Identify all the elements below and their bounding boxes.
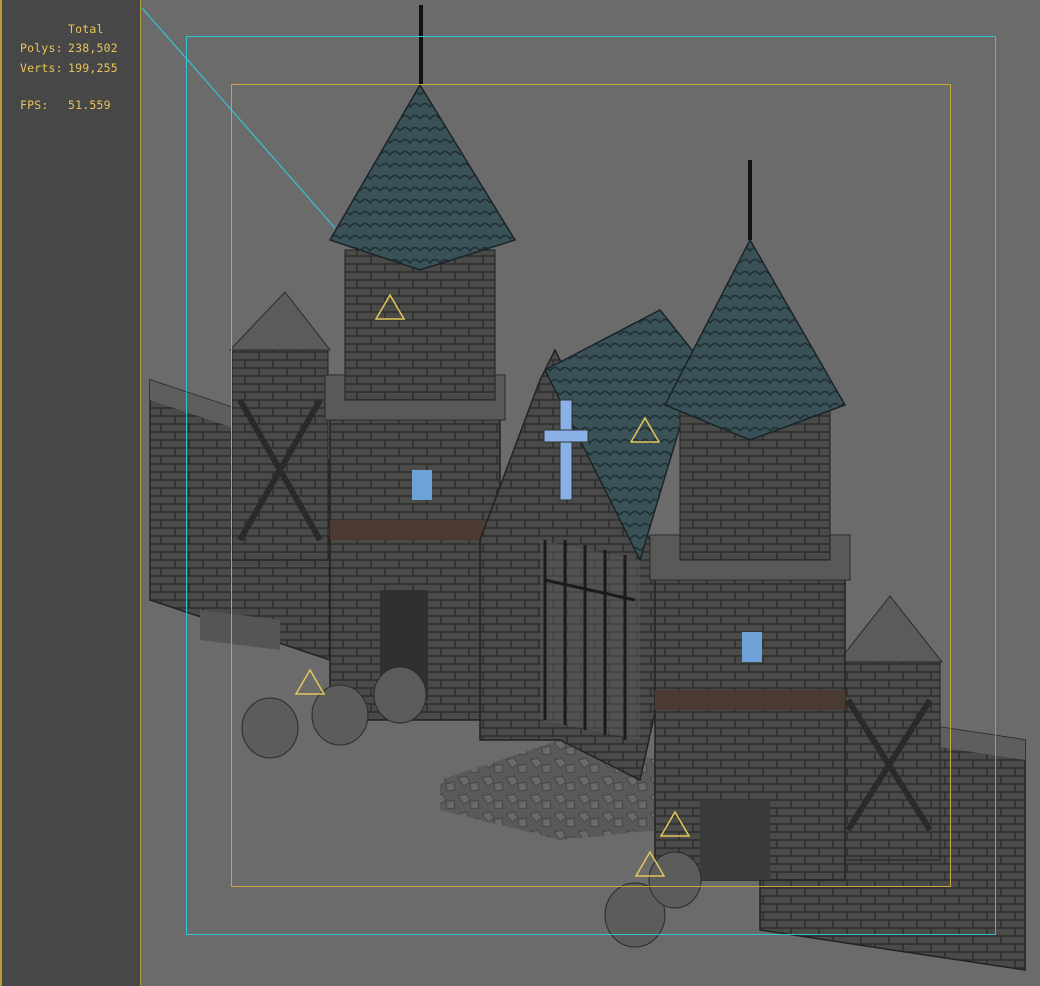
right-tower[interactable] <box>649 160 851 881</box>
castle-gate-model[interactable] <box>0 0 1040 986</box>
camera-target-line <box>141 7 336 229</box>
left-wall[interactable] <box>149 291 332 662</box>
rock-cluster-right[interactable] <box>604 851 702 948</box>
